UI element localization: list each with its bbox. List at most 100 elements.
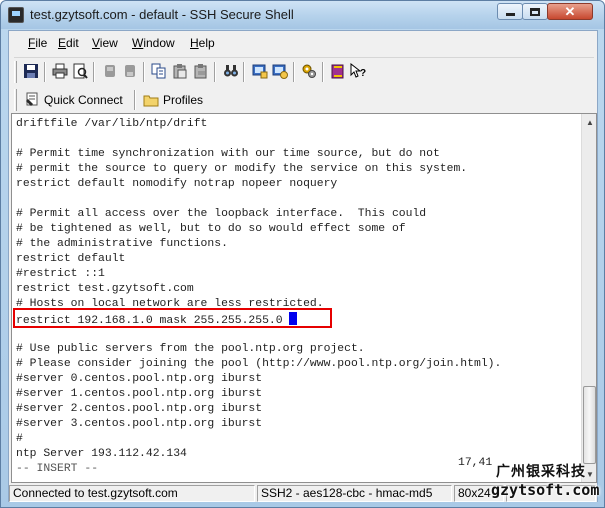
paste-special-button[interactable] (192, 62, 210, 80)
terminal-line-text: #restrict ::1 (16, 268, 105, 280)
terminal-line: restrict default nomodify notrap nopeer … (16, 177, 576, 192)
menu-window-label: indow (143, 36, 175, 50)
terminal-line-text: restrict test.gzytsoft.com (16, 283, 194, 295)
terminal-line-text: restrict default nomodify notrap nopeer … (16, 178, 338, 190)
paste-special-icon (194, 64, 207, 79)
maximize-button[interactable] (522, 3, 548, 20)
toolbar-grip[interactable] (14, 61, 17, 83)
find-button[interactable] (222, 62, 240, 80)
terminal-app-icon (8, 7, 24, 23)
terminal-line: # be tightened as well, but to do so wou… (16, 222, 576, 237)
terminal-line: restrict test.gzytsoft.com (16, 282, 576, 297)
menu-help[interactable]: Help (190, 36, 215, 50)
terminal-line: #restrict ::1 (16, 267, 576, 282)
menu-view[interactable]: View (92, 36, 118, 50)
linkbar-separator (134, 90, 136, 110)
help-topics-button[interactable] (329, 62, 347, 80)
menu-help-label: elp (198, 36, 215, 50)
connect-icon (125, 65, 135, 77)
terminal-line-text: #server 0.centos.pool.ntp.org iburst (16, 373, 263, 385)
terminal-line-text: # be tightened as well, but to do so wou… (16, 223, 406, 235)
terminal-line-text: # Permit all access over the loopback in… (16, 208, 427, 220)
toolbar-separator (243, 62, 245, 82)
terminal-line: # Please consider joining the pool (http… (16, 357, 576, 372)
terminal-line-text: # permit the source to query or modify t… (16, 163, 468, 175)
tools-button[interactable] (300, 62, 318, 80)
quick-connect-button[interactable]: Quick Connect (24, 88, 123, 112)
vertical-scrollbar[interactable]: ▲ ▼ (581, 114, 596, 482)
highlight-annotation (13, 308, 332, 328)
terminal-screen[interactable]: driftfile /var/lib/ntp/drift # Permit tim… (11, 113, 597, 483)
terminal-line: # (16, 432, 576, 447)
svg-text:?: ? (360, 68, 366, 79)
terminal-line-text: ntp Server 193.112.42.134 (16, 448, 187, 460)
terminal-text: driftfile /var/lib/ntp/drift # Permit tim… (16, 117, 576, 477)
settings-icon (272, 64, 288, 79)
menu-window-accel: W (132, 36, 144, 50)
menu-edit[interactable]: Edit (58, 36, 79, 50)
copy-icon (151, 63, 166, 79)
disconnect-icon (105, 65, 115, 77)
copy-button[interactable] (150, 62, 168, 80)
maximize-icon (530, 7, 540, 16)
menu-window[interactable]: Window (132, 36, 175, 50)
toolbar-separator (93, 62, 95, 82)
menu-file-label: ile (35, 36, 48, 50)
terminal-line-text: #server 1.centos.pool.ntp.org iburst (16, 388, 263, 400)
connect-button[interactable] (121, 62, 139, 80)
terminal-line: #server 1.centos.pool.ntp.org iburst (16, 387, 576, 402)
disconnect-button[interactable] (101, 62, 119, 80)
terminal-line-text: # the administrative functions. (16, 238, 228, 250)
terminal-line: # Use public servers from the pool.ntp.o… (16, 342, 576, 357)
settings-button[interactable] (271, 62, 289, 80)
window-title: test.gzytsoft.com - default - SSH Secure… (30, 7, 294, 22)
scroll-up-icon[interactable]: ▲ (582, 114, 596, 130)
print-icon (52, 63, 68, 79)
connection-status: Connected to test.gzytsoft.com (9, 485, 255, 502)
terminal-line: driftfile /var/lib/ntp/drift (16, 117, 576, 132)
print-preview-button[interactable] (71, 62, 89, 80)
profiles-icon (252, 64, 268, 79)
print-preview-icon (73, 63, 88, 79)
minimize-button[interactable] (497, 3, 523, 20)
terminal-line: # Permit all access over the loopback in… (16, 207, 576, 222)
terminal-line-text: # (16, 433, 23, 445)
print-button[interactable] (51, 62, 69, 80)
close-button[interactable]: ✕ (547, 3, 593, 20)
save-button[interactable] (22, 62, 40, 80)
cursor-position: 17,41 (458, 457, 493, 469)
menu-edit-accel: E (58, 36, 67, 50)
toolbar-separator (293, 62, 295, 82)
terminal-line: #server 2.centos.pool.ntp.org iburst (16, 402, 576, 417)
menu-view-label: iew (99, 36, 118, 50)
find-icon (224, 65, 238, 77)
quick-connect-label: Quick Connect (44, 93, 123, 107)
tools-icon (302, 64, 316, 78)
toolbar-separator (44, 62, 46, 82)
menu-file[interactable]: File (28, 36, 47, 50)
linkbar-grip[interactable] (14, 89, 17, 111)
whats-this-button[interactable]: ? (349, 62, 367, 80)
terminal-line: # the administrative functions. (16, 237, 576, 252)
folder-icon (143, 95, 159, 107)
menu-bar: File Edit View Window Help (9, 31, 597, 56)
menu-edit-label: dit (66, 36, 79, 50)
window-client-area: File Edit View Window Help ? Quick Conne… (8, 30, 598, 502)
cipher-status: SSH2 - aes128-cbc - hmac-md5 (257, 485, 452, 502)
toolbar-separator (143, 62, 145, 82)
whats-this-icon: ? (350, 63, 366, 79)
title-bar[interactable]: test.gzytsoft.com - default - SSH Secure… (1, 1, 604, 29)
help-topics-icon (331, 64, 344, 79)
save-icon (24, 64, 38, 78)
profiles-button[interactable] (251, 62, 269, 80)
paste-button[interactable] (171, 62, 189, 80)
terminal-line-text: #server 2.centos.pool.ntp.org iburst (16, 403, 263, 415)
terminal-line-text: restrict default (16, 253, 126, 265)
profiles-label: Profiles (163, 93, 204, 107)
terminal-line-text: # Use public servers from the pool.ntp.o… (16, 343, 365, 355)
scrollbar-thumb[interactable] (583, 386, 596, 464)
profiles-link-button[interactable]: Profiles (143, 88, 203, 112)
terminal-line: #server 3.centos.pool.ntp.org iburst (16, 417, 576, 432)
